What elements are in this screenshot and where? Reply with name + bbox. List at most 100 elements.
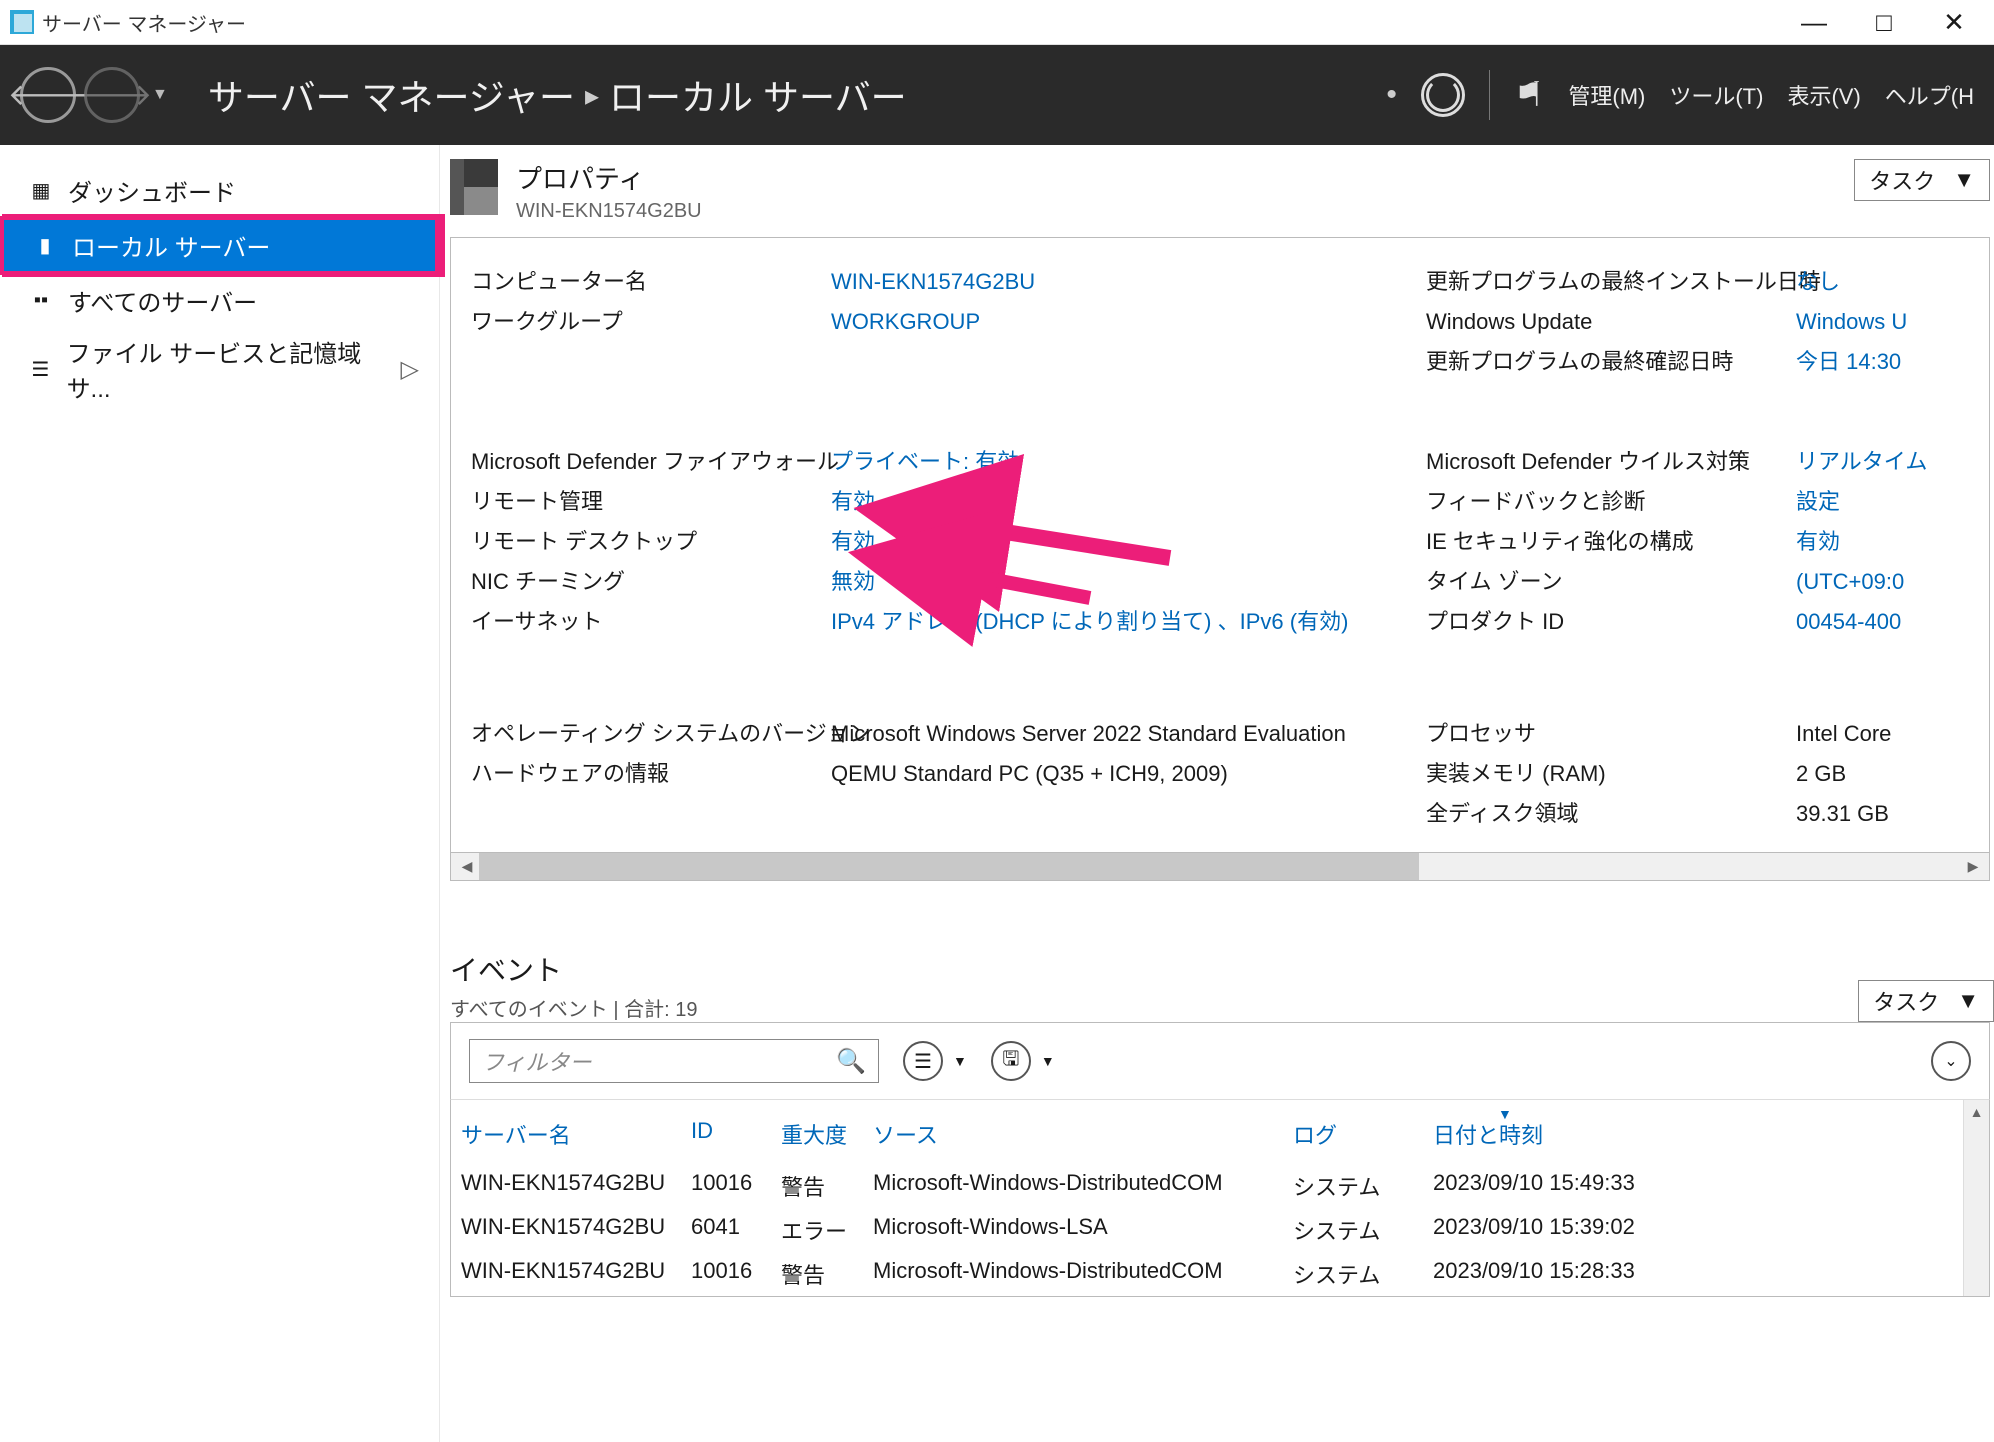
prop-value-remote-mgmt[interactable]: 有効 (831, 482, 1426, 522)
cell-id: 6041 (691, 1214, 781, 1246)
prop-value-ram: 2 GB (1796, 754, 1990, 794)
prop-values-left: WIN-EKN1574G2BU WORKGROUP プライベート: 有効 有効 … (831, 262, 1426, 834)
prop-value-ethernet[interactable]: IPv4 アドレス (DHCP により割り当て) 、IPv6 (有効) (831, 602, 1426, 642)
breadcrumb-separator-icon: ▸ (585, 79, 599, 112)
events-toolbar: フィルター 🔍 ☰ ▼ 🖫 ▼ ⌄ (450, 1022, 1990, 1099)
sidebar-item-dashboard[interactable]: ▦ ダッシュボード (0, 165, 439, 216)
header-bar: 🡐 🡒 ▼ サーバー マネージャー ▸ ローカル サーバー • ⚑ 管理(M) … (0, 45, 1994, 145)
prop-label: プロセッサ (1426, 714, 1796, 754)
prop-value-product-id[interactable]: 00454-400 (1796, 602, 1990, 642)
events-tasks-dropdown[interactable]: タスク ▼ (1858, 980, 1994, 1022)
cell-severity: 警告 (781, 1258, 873, 1290)
chevron-down-icon: ▼ (1953, 167, 1975, 193)
sidebar-item-file-services[interactable]: ☰ ファイル サービスと記憶域サ... ▷ (0, 326, 439, 412)
table-row[interactable]: WIN-EKN1574G2BU 10016 警告 Microsoft-Windo… (461, 1252, 1989, 1296)
prop-value-processor: Intel Core (1796, 714, 1990, 754)
prop-value-computer-name[interactable]: WIN-EKN1574G2BU (831, 262, 1426, 302)
sidebar-item-label: ローカル サーバー (72, 228, 270, 263)
nav-back-button[interactable]: 🡐 (20, 67, 76, 123)
tasks-label: タスク (1873, 985, 1939, 1017)
properties-subtitle: WIN-EKN1574G2BU (516, 200, 702, 223)
prop-label: Windows Update (1426, 302, 1796, 342)
vertical-scrollbar[interactable]: ▲ (1963, 1100, 1989, 1296)
app-icon (10, 10, 34, 34)
col-severity[interactable]: 重大度 (781, 1118, 873, 1150)
sidebar-item-all-servers[interactable]: ▪▪ すべてのサーバー (0, 275, 439, 326)
breadcrumb: サーバー マネージャー ▸ ローカル サーバー (208, 69, 907, 121)
prop-value-last-check[interactable]: 今日 14:30 (1796, 342, 1990, 382)
sidebar-item-local-server[interactable]: ▮ ローカル サーバー (0, 216, 439, 275)
table-row[interactable]: WIN-EKN1574G2BU 6041 エラー Microsoft-Windo… (461, 1208, 1989, 1252)
menu-tools[interactable]: ツール(T) (1669, 79, 1763, 111)
scroll-left-icon[interactable]: ◀ (453, 858, 481, 875)
col-source[interactable]: ソース (873, 1118, 1293, 1150)
properties-tasks-dropdown[interactable]: タスク ▼ (1854, 159, 1990, 201)
local-server-icon: ▮ (32, 233, 58, 258)
prop-labels-left: コンピューター名 ワークグループ Microsoft Defender ファイア… (471, 262, 831, 834)
prop-labels-right: 更新プログラムの最終インストール日時 Windows Update 更新プログラ… (1426, 262, 1796, 834)
save-query-button[interactable]: 🖫 (991, 1041, 1031, 1081)
chevron-down-icon[interactable]: ▼ (953, 1053, 967, 1069)
cell-severity: エラー (781, 1214, 873, 1246)
cell-source: Microsoft-Windows-DistributedCOM (873, 1170, 1293, 1202)
col-id[interactable]: ID (691, 1118, 781, 1150)
table-row[interactable]: WIN-EKN1574G2BU 10016 警告 Microsoft-Windo… (461, 1164, 1989, 1208)
events-header: イベント すべてのイベント | 合計: 19 タスク ▼ (450, 949, 1994, 1022)
col-server[interactable]: サーバー名 (461, 1118, 691, 1150)
prop-value-os-version: Microsoft Windows Server 2022 Standard E… (831, 714, 1426, 754)
prop-label: 更新プログラムの最終インストール日時 (1426, 262, 1796, 302)
window-controls: — □ ✕ (1794, 7, 1984, 38)
scroll-right-icon[interactable]: ▶ (1959, 858, 1987, 875)
minimize-button[interactable]: — (1794, 7, 1834, 38)
prop-label: オペレーティング システムのバージョン (471, 714, 831, 754)
cell-server: WIN-EKN1574G2BU (461, 1214, 691, 1246)
prop-value-windows-update[interactable]: Windows U (1796, 302, 1990, 342)
prop-value-last-update[interactable]: なし (1796, 262, 1990, 302)
prop-label: 更新プログラムの最終確認日時 (1426, 342, 1796, 382)
close-button[interactable]: ✕ (1934, 7, 1974, 38)
prop-value-defender-av[interactable]: リアルタイム (1796, 442, 1990, 482)
chevron-down-icon: ⌄ (1944, 1051, 1957, 1071)
sidebar-item-label: ファイル サービスと記憶域サ... (67, 334, 387, 404)
refresh-button[interactable] (1421, 73, 1465, 117)
chevron-right-icon: ▷ (401, 355, 419, 384)
horizontal-scrollbar[interactable]: ◀ ▶ (450, 853, 1990, 881)
events-filter-input[interactable]: フィルター 🔍 (469, 1039, 879, 1083)
prop-label: ハードウェアの情報 (471, 754, 831, 794)
search-icon[interactable]: 🔍 (836, 1047, 866, 1076)
prop-value-firewall[interactable]: プライベート: 有効 (831, 442, 1426, 482)
filter-options-group: ☰ ▼ (903, 1041, 967, 1081)
scroll-up-icon[interactable]: ▲ (1964, 1104, 1989, 1120)
prop-label: 全ディスク領域 (1426, 794, 1796, 834)
header-dropdown-icon[interactable]: • (1386, 78, 1397, 112)
main-content: プロパティ WIN-EKN1574G2BU タスク ▼ コンピューター名 ワーク… (440, 145, 1994, 1442)
menu-help[interactable]: ヘルプ(H (1885, 79, 1974, 111)
col-log[interactable]: ログ (1293, 1118, 1433, 1150)
events-section: イベント すべてのイベント | 合計: 19 タスク ▼ フィルター 🔍 ☰ ▼ (450, 949, 1994, 1297)
maximize-button[interactable]: □ (1864, 7, 1904, 38)
cell-log: システム (1293, 1214, 1433, 1246)
breadcrumb-root[interactable]: サーバー マネージャー (208, 69, 575, 121)
prop-value-timezone[interactable]: (UTC+09:0 (1796, 562, 1990, 602)
prop-value-nic-teaming[interactable]: 無効 (831, 562, 1426, 602)
chevron-down-icon[interactable]: ▼ (1041, 1053, 1055, 1069)
nav-forward-button[interactable]: 🡒 (84, 67, 140, 123)
prop-values-right: なし Windows U 今日 14:30 リアルタイム 設定 有効 (UTC+… (1796, 262, 1990, 834)
prop-value-workgroup[interactable]: WORKGROUP (831, 302, 1426, 342)
expand-button[interactable]: ⌄ (1931, 1041, 1971, 1081)
prop-value-feedback[interactable]: 設定 (1796, 482, 1990, 522)
prop-value-remote-desktop[interactable]: 有効 (831, 522, 1426, 562)
menu-manage[interactable]: 管理(M) (1568, 79, 1645, 111)
events-subtitle: すべてのイベント | 合計: 19 (450, 993, 697, 1022)
col-date[interactable]: ▼ 日付と時刻 (1433, 1118, 1753, 1150)
menu-view[interactable]: 表示(V) (1787, 79, 1860, 111)
cell-id: 10016 (691, 1170, 781, 1202)
prop-value-ie-sec[interactable]: 有効 (1796, 522, 1990, 562)
scrollbar-thumb[interactable] (479, 853, 1419, 880)
dashboard-icon: ▦ (28, 178, 54, 203)
notifications-flag-icon[interactable]: ⚑ (1514, 75, 1544, 115)
filter-options-button[interactable]: ☰ (903, 1041, 943, 1081)
properties-panel: コンピューター名 ワークグループ Microsoft Defender ファイア… (450, 237, 1990, 853)
cell-server: WIN-EKN1574G2BU (461, 1170, 691, 1202)
nav-buttons: 🡐 🡒 ▼ (20, 67, 168, 123)
